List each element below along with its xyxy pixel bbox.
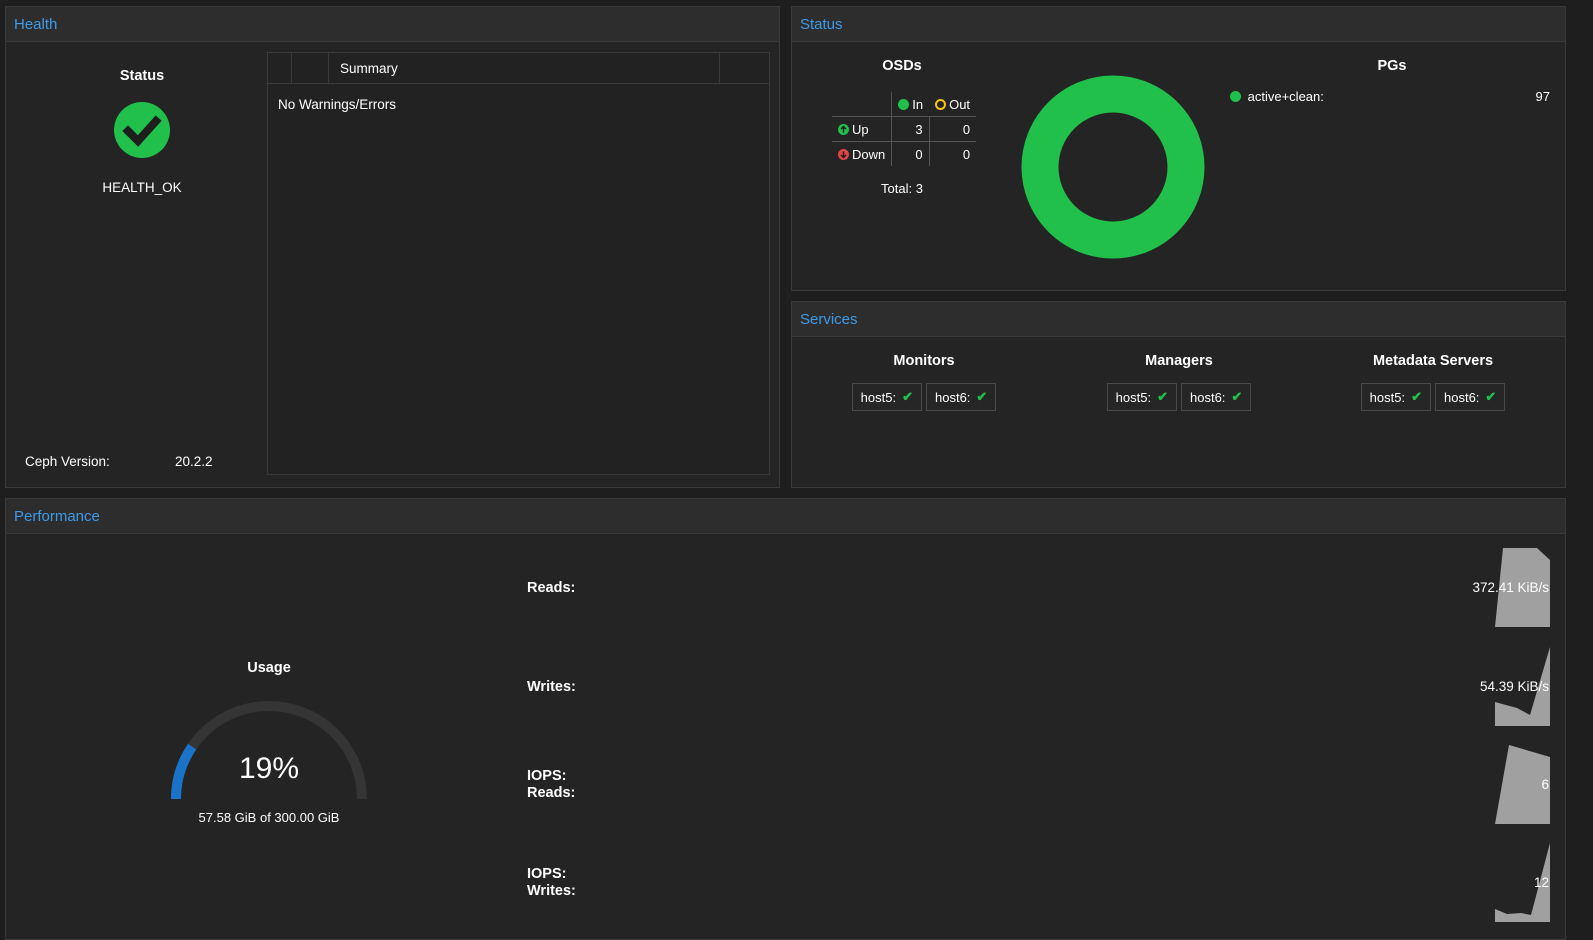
check-icon: ✔ (1485, 389, 1497, 404)
host-name: host5: (860, 389, 897, 405)
osd-up-in: 3 (891, 116, 930, 142)
host-name: host6: (1190, 389, 1226, 405)
services-panel-header: Services (792, 302, 1565, 337)
host-chip[interactable]: host6: ✔ (1435, 383, 1506, 411)
metric-label-iops-reads: IOPS: Reads: (527, 768, 575, 802)
check-icon: ✔ (1157, 389, 1168, 404)
summary-column-label: Summary (340, 61, 398, 76)
metric-value-writes: 54.39 KiB/s (1479, 679, 1549, 694)
in-dot-icon (898, 98, 910, 110)
metric-label-line: Writes: (527, 883, 576, 899)
host-name: host6: (935, 389, 971, 405)
pg-legend-row: active+clean: 97 (1230, 89, 1550, 104)
performance-panel: Performance Usage 19% 57.58 GiB of 300.0… (5, 498, 1566, 940)
service-group-title: Managers (1145, 353, 1213, 369)
metric-label-line: IOPS: (527, 866, 567, 882)
host-chip[interactable]: host5: ✔ (851, 383, 922, 411)
grid-column-severity[interactable] (291, 53, 329, 83)
metric-value-iops-reads: 6 (1541, 777, 1549, 792)
metric-label-line: Reads: (527, 785, 576, 801)
osds-title: OSDs (882, 58, 922, 74)
host-name: host5: (1369, 389, 1406, 405)
metric-label-line: IOPS: (527, 768, 567, 784)
health-panel: Health Status HEALTH_OK Ceph Version: 20… (5, 6, 780, 488)
service-group-title: Metadata Servers (1372, 353, 1494, 369)
host-name: host5: (1115, 389, 1152, 405)
host-chip[interactable]: host5: ✔ (1360, 383, 1431, 411)
check-icon: ✔ (902, 389, 913, 404)
osd-row-down: Down (852, 146, 886, 162)
summary-empty-text: No Warnings/Errors (278, 97, 397, 112)
health-ok-check-icon (114, 102, 170, 158)
pg-donut-active-clean (1021, 75, 1205, 259)
metric-label-writes: Writes: (527, 679, 576, 696)
host-chip[interactable]: host6: ✔ (926, 383, 997, 411)
ceph-version-label: Ceph Version: (25, 454, 110, 469)
pg-state-dot-icon (1230, 91, 1241, 102)
pg-state-count: 97 (1535, 89, 1550, 104)
summary-grid-header: Summary (268, 53, 769, 84)
usage-detail: 57.58 GiB of 300.00 GiB (198, 810, 340, 825)
host-name: host6: (1444, 389, 1480, 405)
pg-donut-chart[interactable] (1020, 74, 1206, 260)
osd-total: Total: 3 (881, 181, 923, 196)
services-panel: Services Monitors host5: ✔ host6: ✔ Manage… (791, 301, 1566, 488)
osd-up-out: 0 (928, 116, 977, 142)
health-status-text: HEALTH_OK (102, 180, 182, 195)
check-icon: ✔ (1231, 389, 1243, 404)
host-chip[interactable]: host5: ✔ (1106, 383, 1177, 411)
pgs-title: PGs (1377, 58, 1407, 74)
osd-down-in: 0 (891, 141, 930, 166)
health-status-title: Status (119, 68, 165, 84)
status-panel-header: Status (792, 7, 1565, 42)
out-dot-icon (935, 98, 947, 110)
osd-row-up: Up (852, 121, 869, 137)
down-arrow-icon (838, 148, 849, 160)
osd-down-out: 0 (928, 141, 977, 166)
metric-value-reads: 372.41 KiB/s (1472, 580, 1549, 595)
usage-percent: 19% (238, 752, 300, 785)
usage-gauge (171, 701, 367, 800)
up-arrow-icon (838, 123, 849, 135)
metric-value-iops-writes: 12 (1533, 875, 1549, 890)
health-summary-grid[interactable]: Summary No Warnings/Errors (267, 52, 770, 475)
osd-table: In Out Up 3 0 Down 0 0 (832, 92, 977, 166)
service-group-metadata-servers: Metadata Servers host5: ✔ host6: ✔ (1305, 337, 1561, 411)
grid-column-expander[interactable] (268, 53, 292, 83)
service-group-managers: Managers host5: ✔ host6: ✔ (1051, 337, 1307, 411)
performance-panel-header: Performance (6, 499, 1565, 534)
service-group-monitors: Monitors host5: ✔ host6: ✔ (796, 337, 1052, 411)
check-icon: ✔ (1411, 389, 1422, 404)
host-chip[interactable]: host6: ✔ (1181, 383, 1252, 411)
osd-col-in: In (912, 96, 924, 112)
ceph-version-value: 20.2.2 (175, 454, 213, 469)
pg-state-label: active+clean: (1247, 89, 1324, 104)
metric-label-line: Reads: (527, 580, 576, 596)
metric-label-line: Writes: (527, 679, 576, 695)
status-panel: Status OSDs In Out Up 3 0 Down 0 0 Total… (791, 6, 1566, 291)
service-group-title: Monitors (893, 353, 955, 369)
check-icon: ✔ (976, 389, 988, 404)
metric-label-iops-writes: IOPS: Writes: (527, 866, 576, 900)
metric-label-reads: Reads: (527, 580, 575, 597)
health-panel-header: Health (6, 7, 779, 42)
usage-title: Usage (247, 660, 291, 676)
osd-col-out: Out (949, 96, 971, 112)
